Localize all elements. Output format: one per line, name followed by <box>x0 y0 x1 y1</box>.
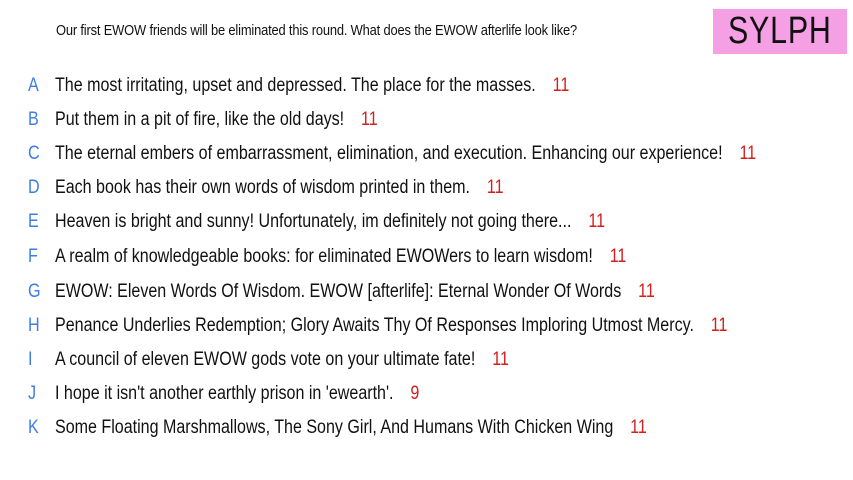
response-letter: H <box>28 315 40 336</box>
response-row: K Some Floating Marshmallows, The Sony G… <box>0 413 853 443</box>
response-letter: B <box>28 109 39 130</box>
response-row: A The most irritating, upset and depress… <box>0 71 853 101</box>
response-row: D Each book has their own words of wisdo… <box>0 173 853 203</box>
response-letter: F <box>28 246 38 267</box>
response-text: Heaven is bright and sunny! Unfortunatel… <box>55 211 572 232</box>
response-text: Penance Underlies Redemption; Glory Awai… <box>55 315 694 336</box>
response-row: I A council of eleven EWOW gods vote on … <box>0 345 853 375</box>
response-text: EWOW: Eleven Words Of Wisdom. EWOW [afte… <box>55 281 622 302</box>
response-word-count: 11 <box>710 315 728 336</box>
response-row: F A realm of knowledgeable books: for el… <box>0 242 853 272</box>
response-letter: K <box>28 417 39 438</box>
response-letter: A <box>28 75 39 96</box>
response-text: A realm of knowledgeable books: for elim… <box>55 246 593 267</box>
response-word-count: 11 <box>486 177 504 198</box>
response-letter: I <box>28 349 33 370</box>
response-word-count: 11 <box>588 211 606 232</box>
response-word-count: 9 <box>410 383 420 404</box>
contestant-name: SYLPH <box>728 10 832 52</box>
response-row: E Heaven is bright and sunny! Unfortunat… <box>0 207 853 237</box>
response-word-count: 11 <box>361 109 378 130</box>
response-text: I hope it isn't another earthly prison i… <box>55 383 394 404</box>
response-word-count: 11 <box>630 417 647 438</box>
response-letter: C <box>28 143 40 164</box>
response-word-count: 11 <box>638 281 655 302</box>
response-text: Each book has their own words of wisdom … <box>55 177 470 198</box>
response-word-count: 11 <box>739 143 757 164</box>
response-row: J I hope it isn't another earthly prison… <box>0 379 853 409</box>
response-word-count: 11 <box>609 246 627 267</box>
response-text: A council of eleven EWOW gods vote on yo… <box>55 349 476 370</box>
response-letter: E <box>28 211 39 232</box>
response-letter: D <box>28 177 40 198</box>
response-row: H Penance Underlies Redemption; Glory Aw… <box>0 311 853 341</box>
response-row: C The eternal embers of embarrassment, e… <box>0 139 853 169</box>
response-word-count: 11 <box>552 75 570 96</box>
response-text: Put them in a pit of fire, like the old … <box>55 109 345 130</box>
prompt-text: Our first EWOW friends will be eliminate… <box>56 22 577 39</box>
response-text: Some Floating Marshmallows, The Sony Gir… <box>55 417 614 438</box>
response-text: The most irritating, upset and depressed… <box>55 75 536 96</box>
response-text: The eternal embers of embarrassment, eli… <box>55 143 723 164</box>
response-row: G EWOW: Eleven Words Of Wisdom. EWOW [af… <box>0 277 853 307</box>
response-row: B Put them in a pit of fire, like the ol… <box>0 105 853 135</box>
response-letter: J <box>28 383 37 404</box>
response-word-count: 11 <box>492 349 509 370</box>
contestant-name-badge: SYLPH <box>713 9 847 54</box>
response-letter: G <box>28 281 41 302</box>
